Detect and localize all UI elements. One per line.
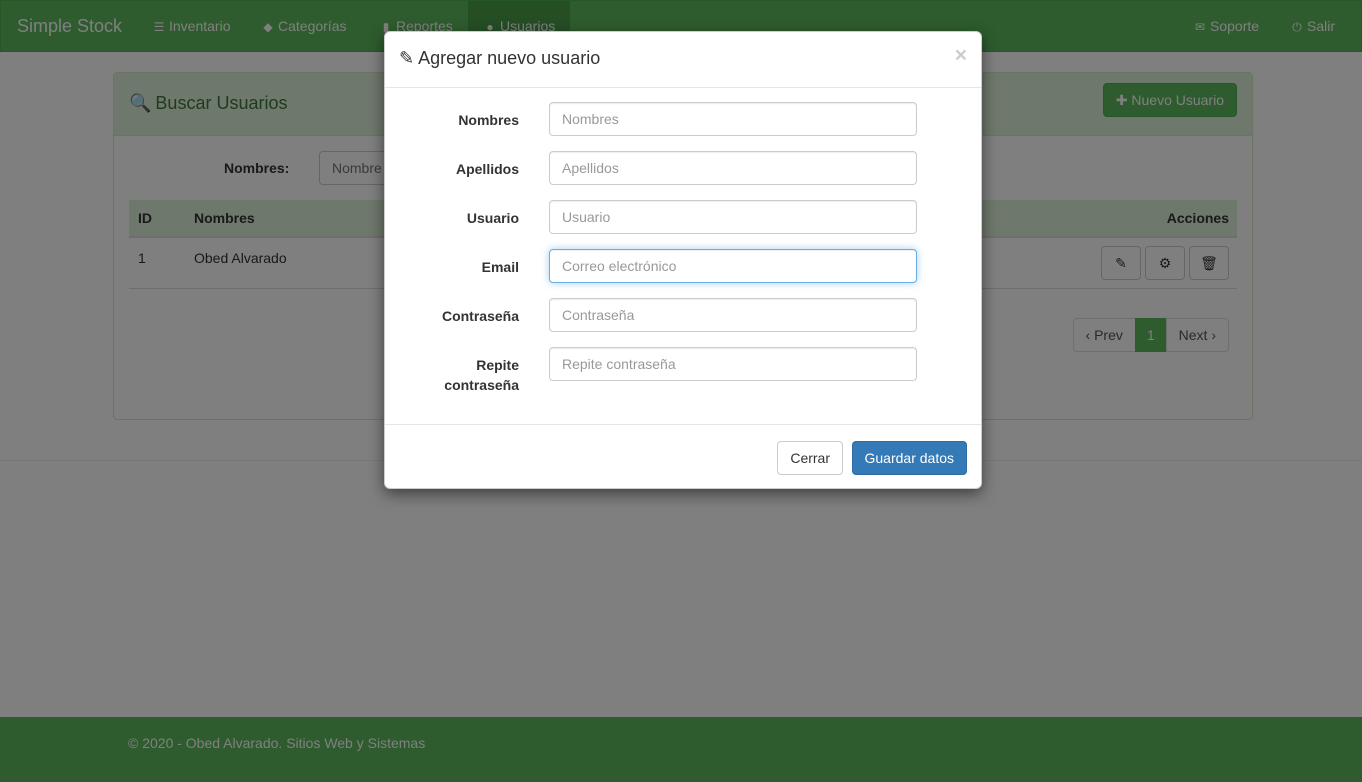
label-usuario: Usuario bbox=[466, 210, 519, 226]
nombres-input[interactable] bbox=[549, 102, 917, 136]
edit-icon: ✎ bbox=[399, 48, 415, 68]
usuario-input[interactable] bbox=[549, 200, 917, 234]
modal-title: ✎ Agregar nuevo usuario bbox=[399, 48, 600, 69]
label-contrasena: Contraseña bbox=[441, 308, 519, 324]
apellidos-input[interactable] bbox=[549, 151, 917, 185]
modal-title-text: Agregar nuevo usuario bbox=[418, 48, 601, 68]
label-repite-contrasena: Repite contraseña bbox=[444, 357, 519, 393]
modal-footer: Cerrar Guardar datos bbox=[385, 424, 981, 488]
password-confirm-input[interactable] bbox=[549, 347, 917, 381]
email-input[interactable] bbox=[549, 249, 917, 283]
modal-header: ✎ Agregar nuevo usuario × bbox=[385, 32, 981, 88]
add-user-modal: ✎Agregar nuevo usuario × Nombres Apellid… bbox=[384, 31, 982, 489]
label-nombres: Nombres bbox=[458, 112, 519, 128]
cancel-button[interactable]: Cerrar bbox=[777, 441, 843, 475]
label-apellidos: Apellidos bbox=[455, 161, 519, 177]
password-input[interactable] bbox=[549, 298, 917, 332]
save-button[interactable]: Guardar datos bbox=[851, 441, 967, 475]
close-icon[interactable]: × bbox=[955, 44, 967, 68]
label-email: Email bbox=[481, 259, 519, 275]
